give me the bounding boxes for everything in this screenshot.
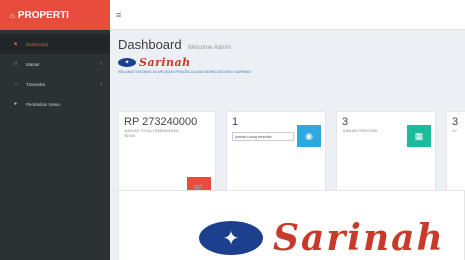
sidebar-item-label: Dashboard — [26, 41, 49, 47]
sidebar-item-label: Transaksi — [26, 81, 46, 87]
banner-company-name: Sarinah — [273, 217, 445, 259]
company-name: Sarinah — [139, 56, 191, 69]
list-button[interactable]: ▦ — [407, 125, 431, 147]
page-header: Dashboard Welcome Admin — [118, 37, 465, 52]
company-emblem-icon: ✦ — [199, 221, 263, 255]
sidebar-item-dashboard[interactable]: ■ Dashboard — [0, 34, 110, 54]
company-banner: ✦ Sarinah — [118, 190, 465, 260]
top-bar: ≡ — [110, 0, 465, 30]
home-icon: ⌂ — [10, 10, 15, 20]
company-logo: ✦ Sarinah — [118, 56, 465, 69]
revenue-label: JUMLAH TOTAL PEMBAYARAN SEWA — [124, 129, 179, 138]
welcome-message: SELAMAT DATANG DI APLIKASI PENGELOLAAN S… — [118, 70, 252, 74]
units-input[interactable]: jumlah ruang tersedia — [232, 132, 294, 141]
page-title: Dashboard — [118, 37, 182, 52]
chevron-left-icon: ‹ — [100, 61, 102, 67]
menu-toggle-icon[interactable]: ≡ — [116, 10, 121, 20]
transaction-icon: ↔ — [14, 81, 19, 87]
dashboard-icon: ■ — [14, 41, 18, 47]
sidebar: ⌂ PROPERTI ■ Dashboard □ Master ‹ ↔ Tran… — [0, 0, 110, 260]
sidebar-item-label: Pembelian Sewa — [26, 101, 60, 107]
page-subtitle: Welcome Admin — [187, 45, 231, 51]
brand-logo[interactable]: ⌂ PROPERTI — [0, 0, 110, 30]
view-button[interactable]: ◉ — [297, 125, 321, 147]
sidebar-item-transaksi[interactable]: ↔ Transaksi ‹ — [0, 74, 110, 94]
cart-icon: ● — [14, 101, 18, 107]
sidebar-item-pembelian-sewa[interactable]: ● Pembelian Sewa — [0, 94, 110, 114]
revenue-value: RP 273240000 — [124, 116, 198, 128]
table-icon: ▦ — [414, 130, 424, 141]
chevron-left-icon: ‹ — [100, 81, 102, 87]
company-emblem-icon: ✦ — [118, 58, 136, 67]
banner-logo: ✦ Sarinah — [199, 217, 445, 259]
folder-icon: □ — [14, 61, 18, 67]
brand-title: PROPERTI — [17, 9, 69, 21]
extra-value: 3 — [452, 116, 459, 128]
sidebar-item-label: Master — [26, 61, 40, 67]
extra-label: JU — [452, 129, 457, 133]
sidebar-menu: ■ Dashboard □ Master ‹ ↔ Transaksi ‹ ● P… — [0, 34, 110, 114]
sidebar-item-master[interactable]: □ Master ‹ — [0, 54, 110, 74]
eye-icon: ◉ — [305, 130, 313, 141]
